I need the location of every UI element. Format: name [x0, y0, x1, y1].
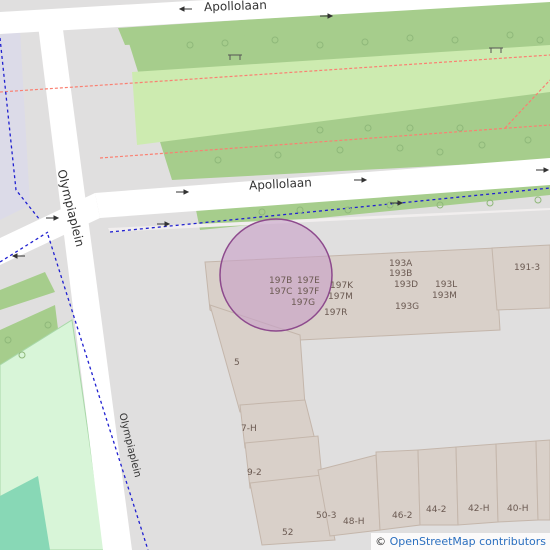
house-number: 44-2 — [426, 505, 447, 515]
house-number: 193D — [394, 280, 419, 290]
school-area — [0, 30, 30, 220]
house-number: 7-H — [241, 424, 257, 434]
house-number: 191-3 — [514, 263, 541, 273]
house-number: 5 — [234, 358, 240, 368]
house-number: 50-3 — [316, 511, 337, 521]
house-number: 42-H — [468, 504, 490, 514]
house-number: 46-2 — [392, 511, 413, 521]
map-canvas — [0, 0, 550, 550]
house-number: 48-H — [343, 517, 365, 527]
map-view[interactable]: Apollolaan Apollolaan Olympiaplein Olymp… — [0, 0, 550, 550]
house-number: 193A — [389, 259, 413, 269]
house-number: 52 — [282, 528, 294, 538]
house-number: 197C — [269, 287, 293, 297]
street-label-apollolaan-top: Apollolaan — [203, 0, 268, 15]
house-number: 193M — [432, 291, 457, 301]
house-number: 193L — [435, 280, 458, 290]
house-number: 197F — [297, 287, 320, 297]
house-number: 197K — [330, 281, 354, 291]
park-area — [0, 272, 55, 310]
house-number: 193G — [395, 302, 420, 312]
attribution-link[interactable]: OpenStreetMap contributors — [390, 535, 546, 548]
copyright-symbol: © — [375, 535, 387, 548]
location-marker — [219, 218, 333, 332]
house-number: 40-H — [507, 504, 529, 514]
house-number: 197R — [324, 308, 348, 318]
house-number: 193B — [389, 269, 413, 279]
map-attribution: © OpenStreetMap contributors — [371, 533, 550, 550]
house-number: 197G — [291, 298, 316, 308]
house-number: 197E — [297, 276, 320, 286]
house-number: 9-2 — [247, 468, 262, 478]
house-number: 197M — [328, 292, 353, 302]
house-number: 197B — [269, 276, 293, 286]
